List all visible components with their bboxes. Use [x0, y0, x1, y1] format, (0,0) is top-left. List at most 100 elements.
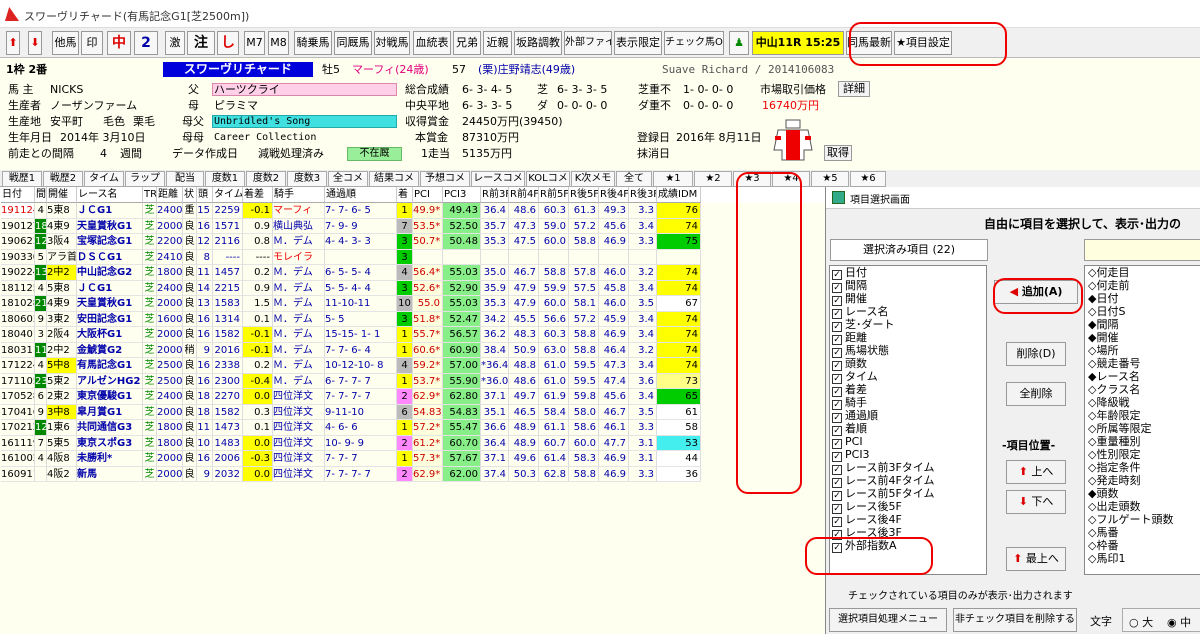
table-row[interactable]: 180311112中2金鯱賞G2芝2000稍92016-0.1Ｍ．デム7- 7-… — [0, 342, 825, 358]
available-item[interactable]: ◇場所 — [1085, 344, 1200, 357]
m8-button[interactable]: M8 — [268, 31, 289, 55]
col-header-1[interactable]: 間 — [35, 187, 47, 203]
pedigree-button[interactable]: 血統表 — [413, 31, 451, 55]
available-item[interactable]: ◇馬番 — [1085, 526, 1200, 539]
col-header-6[interactable]: 状 — [183, 187, 197, 203]
tab-5[interactable]: 度数1 — [205, 171, 245, 187]
available-item[interactable]: ◇発走時刻 — [1085, 474, 1200, 487]
available-item[interactable]: ◆レース名 — [1085, 370, 1200, 383]
available-item[interactable]: ◇性別限定 — [1085, 448, 1200, 461]
tab-4[interactable]: 配当 — [166, 171, 204, 187]
table-row[interactable]: 16100244阪8未勝利*芝2000良162006-0.3四位洋文7- 7- … — [0, 451, 825, 467]
table-row[interactable]: 18112545東8ＪＣG1芝2400良1422150.9Ｍ．デム5- 5- 4… — [0, 280, 825, 296]
check-horse-off-button[interactable]: チェック馬OFF — [664, 31, 724, 55]
col-header-13[interactable]: PCI — [413, 187, 443, 203]
available-item[interactable]: ◇クラス名 — [1085, 383, 1200, 396]
table-row[interactable]: 190224132中2中山記念G2芝1800良1114570.2Ｍ．デム6- 5… — [0, 265, 825, 281]
mark-2-button[interactable]: 2 — [134, 31, 158, 55]
tab-15[interactable]: ★1 — [653, 171, 693, 187]
mark-chu-button[interactable]: 注 — [187, 31, 215, 55]
col-header-20[interactable]: R後3F — [629, 187, 657, 203]
available-item[interactable]: ◇競走番号 — [1085, 357, 1200, 370]
available-item[interactable]: ◇指定条件 — [1085, 461, 1200, 474]
table-row[interactable]: 19112445東8ＪＣG1芝2400重152259-0.1マーフィ7- 7- … — [0, 203, 825, 219]
tab-0[interactable]: 戦歴1 — [2, 171, 42, 187]
tab-13[interactable]: K次メモ — [571, 171, 615, 187]
delete-all-button[interactable]: 全削除 — [1006, 382, 1066, 406]
col-header-0[interactable]: 日付 — [1, 187, 35, 203]
selected-item[interactable]: ✓ レース後4F — [830, 513, 986, 527]
tab-6[interactable]: 度数2 — [246, 171, 286, 187]
mark-shi-button[interactable]: し — [217, 31, 239, 55]
table-row[interactable]: 170212121東6共同通信G3芝1800良1114730.1四位洋文4- 6… — [0, 420, 825, 436]
tab-2[interactable]: タイム — [84, 171, 124, 187]
tab-10[interactable]: 予想コメ — [420, 171, 470, 187]
table-row[interactable]: 1903305アラ首ＤＳＣG1芝2410良8--------モレイラ3 — [0, 249, 825, 265]
get-button[interactable]: 取得 — [824, 145, 852, 161]
tab-12[interactable]: KOLコメ — [526, 171, 570, 187]
tab-17[interactable]: ★3 — [733, 171, 771, 187]
ride-horse-button[interactable]: 騎乗馬 — [294, 31, 332, 55]
move-up-button[interactable]: ⬆ 上へ — [1006, 460, 1066, 484]
rival-horse-button[interactable]: 対戦馬 — [374, 31, 410, 55]
table-row[interactable]: 190623123阪4宝塚記念G1芝2200良1221160.8Ｍ．デム4- 4… — [0, 234, 825, 250]
tab-3[interactable]: ラップ — [125, 171, 165, 187]
tab-11[interactable]: レースコメ — [471, 171, 525, 187]
same-horse-latest-button[interactable]: 同馬最新 — [846, 31, 892, 55]
selected-item[interactable]: ✓ 芝･ダート — [830, 318, 986, 332]
table-row[interactable]: 17052862東2東京優駿G1芝2400良1822700.0四位洋文7- 7-… — [0, 389, 825, 405]
col-header-10[interactable]: 騎手 — [273, 187, 325, 203]
selected-items-list[interactable]: ✓ 日付 ✓ 間隔 ✓ 開催 ✓ レース名 ✓ 芝･ダート ✓ 距離 ✓ 馬場状態 ✓ 頭数 ✓ タイム ✓ 着差 ✓ 騎… — [829, 265, 987, 575]
table-row[interactable]: 17122445中8有馬記念G1芝2500良1623380.2Ｍ．デム10-12… — [0, 358, 825, 374]
available-item[interactable]: ◇重量種別 — [1085, 435, 1200, 448]
available-item[interactable]: ◇所属等限定 — [1085, 422, 1200, 435]
col-header-7[interactable]: 頭 — [197, 187, 213, 203]
available-item[interactable]: ◇年齢限定 — [1085, 409, 1200, 422]
tab-20[interactable]: ★6 — [850, 171, 886, 187]
available-item[interactable]: ◆日付 — [1085, 292, 1200, 305]
tab-16[interactable]: ★2 — [694, 171, 732, 187]
radio-big[interactable]: ○ 大 — [1129, 614, 1153, 630]
col-header-8[interactable]: タイム — [213, 187, 243, 203]
available-item[interactable]: ◆開催 — [1085, 331, 1200, 344]
table-row[interactable]: 160911 4阪2新馬芝2000良920320.0四位洋文7- 7- 7- 72… — [0, 466, 825, 482]
siblings-button[interactable]: 兄弟 — [453, 31, 481, 55]
mark-button[interactable]: 印 — [81, 31, 103, 55]
selected-item[interactable]: ✓ 日付 — [830, 266, 986, 280]
detail-button[interactable]: 詳細 — [838, 81, 870, 97]
table-row[interactable]: 17041693中8皐月賞G1芝2000良1815820.3四位洋文9-11-1… — [0, 404, 825, 420]
col-header-12[interactable]: 着 — [397, 187, 413, 203]
selected-item[interactable]: ✓ レース前3Fタイム — [830, 461, 986, 475]
tab-18[interactable]: ★4 — [772, 171, 810, 187]
mark-geki-button[interactable]: 激 — [165, 31, 185, 55]
available-item[interactable]: ◇枠番 — [1085, 539, 1200, 552]
other-horse-button[interactable]: 他馬 — [52, 31, 79, 55]
selected-item[interactable]: ✓ レース後3F — [830, 526, 986, 540]
display-limit-button[interactable]: 表示限定 — [614, 31, 662, 55]
available-item[interactable]: ◇降級戦 — [1085, 396, 1200, 409]
col-header-17[interactable]: R前5F — [539, 187, 569, 203]
selected-item[interactable]: ✓ 通過順 — [830, 409, 986, 423]
available-item[interactable]: ◇何走前 — [1085, 279, 1200, 292]
tab-19[interactable]: ★5 — [811, 171, 849, 187]
available-item[interactable]: ◇日付S — [1085, 305, 1200, 318]
col-header-4[interactable]: TR — [143, 187, 157, 203]
col-header-9[interactable]: 着差 — [243, 187, 273, 203]
remove-unchecked-button[interactable]: 非チェック項目を削除する — [953, 608, 1077, 632]
hill-training-button[interactable]: 坂路調教 — [514, 31, 562, 55]
table-row[interactable]: 18040132阪4大阪杯G1芝2000良161582-0.1Ｍ．デム15-15… — [0, 327, 825, 343]
available-item[interactable]: ◆間隔 — [1085, 318, 1200, 331]
checkbox[interactable]: ✓ — [832, 543, 842, 553]
selected-item[interactable]: ✓ レース名 — [830, 305, 986, 319]
available-item[interactable]: ◇馬印1 — [1085, 552, 1200, 565]
tab-9[interactable]: 結果コメ — [369, 171, 419, 187]
selected-item[interactable]: ✓ PCI3 — [830, 448, 986, 462]
available-items-list[interactable]: ◇何走目 ◇何走前 ◆日付 ◇日付S ◆間隔 ◆開催 ◇場所 ◇競走番号 ◆レース名 ◇クラス名 ◇… — [1084, 265, 1200, 575]
selected-item[interactable]: ✓ 着順 — [830, 422, 986, 436]
selected-item[interactable]: ✓ タイム — [830, 370, 986, 384]
radio-mid[interactable]: ◉ 中 — [1167, 614, 1191, 630]
table-row[interactable]: 16111975東5東京スポG3芝1800良1014830.0四位洋文10- 9… — [0, 435, 825, 451]
arrow-down-icon[interactable]: ⬇ — [28, 31, 42, 55]
table-row[interactable]: 171105235東2アルゼンHG2芝2500良162300-0.4Ｍ．デム6-… — [0, 373, 825, 389]
mark-naka-button[interactable]: 中 — [107, 31, 131, 55]
